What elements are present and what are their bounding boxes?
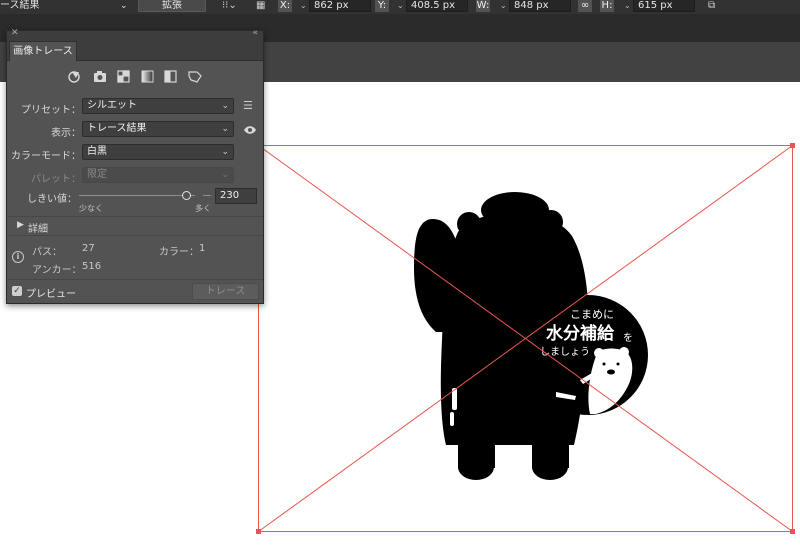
palette-label: パレット： [31, 174, 81, 185]
divider [7, 279, 263, 280]
chevron-down-icon: ⌄ [221, 101, 229, 111]
preset-value: シルエット [87, 100, 137, 111]
divider [7, 235, 263, 236]
preset-icon-row [68, 70, 202, 83]
auto-color-icon[interactable] [68, 71, 80, 83]
preview-label: プレビュー [26, 289, 76, 300]
anchors-value: 516 [82, 261, 102, 272]
grayscale-icon[interactable] [141, 70, 154, 83]
chevron-down-icon: ⌄ [221, 170, 229, 180]
color-mode-label: カラーモード： [11, 151, 81, 162]
palette-select: 限定 ⌄ [82, 167, 234, 183]
threshold-slider-thumb[interactable] [181, 191, 191, 200]
collapse-icon[interactable]: « [252, 28, 258, 38]
camera-icon[interactable] [94, 71, 106, 82]
threshold-slider-tick [203, 195, 211, 196]
colors-label: カラー： [159, 247, 199, 258]
campaign-text-particle: を [623, 332, 633, 344]
info-icon: i [12, 251, 24, 263]
paths-label: パス： [32, 247, 62, 258]
threshold-slider-track[interactable] [79, 195, 195, 196]
panel-tab-bar: 画像トレース [7, 40, 263, 61]
low-color-icon[interactable] [117, 70, 130, 83]
campaign-text-line3: しましょう [540, 346, 590, 358]
campaign-text-line2: 水分補給 [546, 323, 615, 344]
preview-checkbox[interactable]: ✓ [12, 286, 22, 296]
image-trace-panel: ✕ « 画像トレース プリセット： シルエット ⌄ ☰ 表示： トレース結果 ⌄… [6, 28, 264, 304]
black-and-white-icon[interactable] [164, 70, 177, 83]
campaign-text-line1: こまめに [570, 308, 614, 321]
slider-max-label: 多く [195, 204, 211, 213]
chevron-down-icon: ⌄ [221, 147, 229, 157]
color-mode-select[interactable]: 白黒 ⌄ [82, 144, 234, 160]
advanced-toggle[interactable]: 詳細 [28, 220, 48, 235]
view-label: 表示： [51, 128, 81, 139]
slider-min-label: 少なく [79, 204, 103, 213]
panel-header: ✕ « [7, 28, 263, 40]
outline-icon[interactable] [188, 71, 202, 83]
divider [7, 216, 263, 217]
chevron-down-icon: ⌄ [221, 124, 229, 134]
disclosure-triangle-icon[interactable]: ▶ [17, 220, 24, 230]
preset-label: プリセット： [21, 105, 81, 116]
tab-image-trace[interactable]: 画像トレース [9, 41, 77, 61]
anchors-label: アンカー： [32, 265, 82, 276]
view-value: トレース結果 [87, 123, 147, 134]
eye-icon[interactable] [243, 125, 257, 135]
colors-value: 1 [199, 243, 206, 254]
preset-select[interactable]: シルエット ⌄ [82, 98, 234, 114]
threshold-input[interactable]: 230 [215, 188, 257, 204]
threshold-label: しきい値： [27, 194, 77, 205]
paths-value: 27 [82, 243, 95, 254]
palette-value: 限定 [87, 169, 107, 180]
view-select[interactable]: トレース結果 ⌄ [82, 121, 234, 137]
color-mode-value: 白黒 [87, 146, 107, 157]
preset-manager-list-icon[interactable]: ☰ [243, 99, 253, 112]
close-icon[interactable]: ✕ [11, 28, 19, 38]
trace-button[interactable]: トレース [192, 283, 259, 300]
